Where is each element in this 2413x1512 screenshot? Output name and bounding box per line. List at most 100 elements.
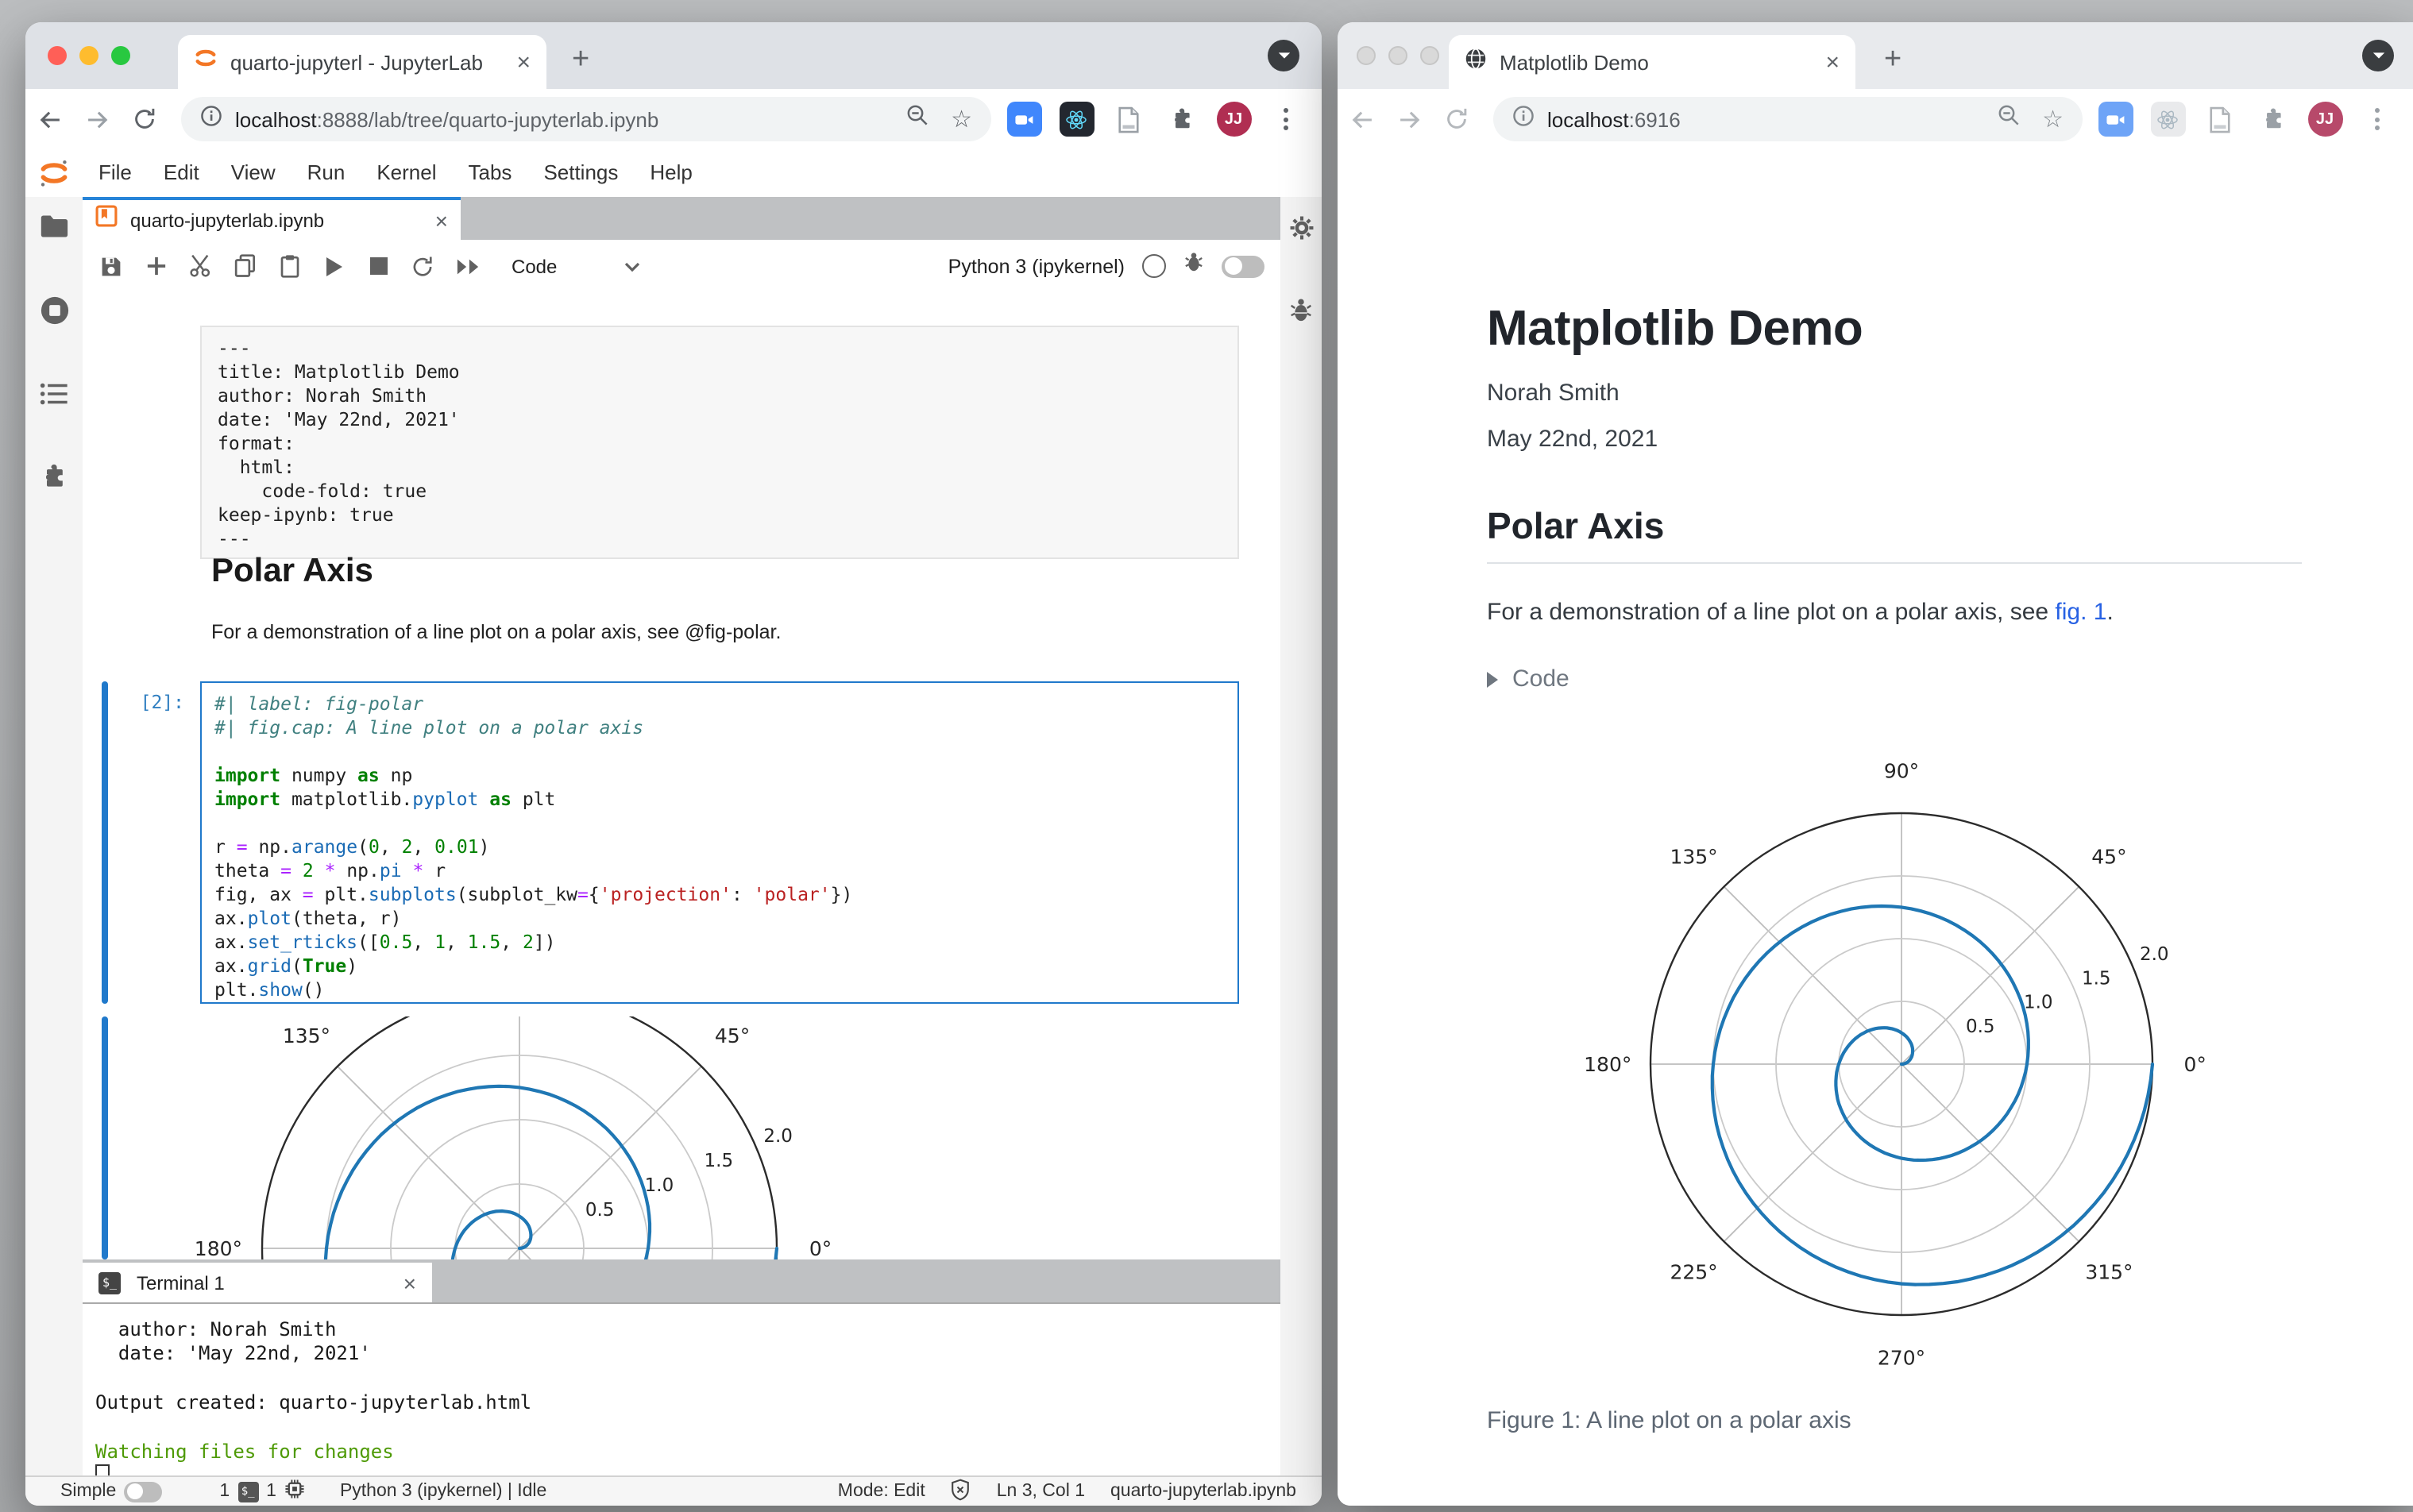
minimize-window-button[interactable] (79, 46, 98, 65)
menu-run[interactable]: Run (291, 160, 361, 184)
file-browser-icon[interactable] (40, 214, 68, 246)
notebook-tab[interactable]: quarto-jupyterlab.ipynb × (83, 197, 461, 240)
kernel-status-text[interactable]: Python 3 (ipykernel) | Idle (340, 1482, 546, 1501)
add-cell-button[interactable] (133, 256, 178, 276)
table-of-contents-icon[interactable] (40, 383, 68, 413)
browser-menu-icon[interactable] (1260, 108, 1312, 130)
debugger-bug-icon[interactable] (1288, 297, 1314, 332)
close-window-button[interactable] (48, 46, 67, 65)
code-cell[interactable]: #| label: fig-polar #| fig.cap: A line pl… (200, 681, 1239, 1004)
svg-text:0°: 0° (2184, 1053, 2206, 1076)
terminal-line: Watching files for changes (95, 1441, 394, 1464)
mode-indicator[interactable]: Mode: Edit (838, 1482, 925, 1501)
tab-search-button[interactable] (1268, 40, 1299, 71)
zoom-window-button[interactable] (1420, 46, 1439, 65)
toolbar-toggle[interactable] (1222, 255, 1264, 277)
svg-text:1.5: 1.5 (2082, 968, 2111, 989)
back-button[interactable] (1338, 106, 1385, 133)
menu-view[interactable]: View (215, 160, 291, 184)
debugger-toggle-bug-icon[interactable] (1183, 251, 1204, 281)
terminal-body[interactable]: author: Norah Smith date: 'May 22nd, 202… (83, 1302, 1280, 1489)
cell-type-chevron-icon[interactable] (624, 252, 639, 280)
reload-button[interactable] (121, 106, 168, 132)
cut-cells-button[interactable] (178, 254, 222, 278)
save-button[interactable] (89, 255, 133, 277)
new-tab-button[interactable]: + (1884, 44, 1901, 75)
menu-tabs[interactable]: Tabs (453, 160, 528, 184)
terminal-count-icon[interactable]: $_ (237, 1481, 259, 1502)
markdown-paragraph[interactable]: For a demonstration of a line plot on a … (211, 621, 781, 643)
extension-manager-icon[interactable] (40, 462, 68, 499)
extensions-puzzle-icon[interactable] (1155, 106, 1207, 132)
property-inspector-gear-icon[interactable] (1288, 214, 1315, 249)
back-button[interactable] (25, 106, 73, 133)
raw-cell-yaml[interactable]: --- title: Matplotlib Demo author: Norah S… (200, 326, 1239, 559)
kernel-chip-icon[interactable] (284, 1479, 305, 1504)
zoom-out-page-icon[interactable] (1996, 103, 2020, 135)
forward-button[interactable] (1385, 106, 1433, 133)
menu-kernel[interactable]: Kernel (361, 160, 452, 184)
svg-text:90°: 90° (1884, 759, 1919, 782)
profile-avatar[interactable]: JJ (1207, 102, 1260, 137)
kernel-name[interactable]: Python 3 (ipykernel) (948, 255, 1125, 277)
cell-collapser[interactable] (102, 681, 108, 1004)
react-devtools-icon[interactable] (1050, 102, 1102, 137)
tab-search-button[interactable] (2362, 40, 2394, 71)
profile-avatar[interactable]: JJ (2299, 102, 2351, 137)
menu-file[interactable]: File (83, 160, 148, 184)
cursor-position[interactable]: Ln 3, Col 1 (997, 1482, 1085, 1501)
tab-close-icon[interactable]: × (516, 50, 531, 74)
document-extension-icon[interactable] (2194, 106, 2246, 133)
new-tab-button[interactable]: + (572, 44, 589, 75)
close-window-button[interactable] (1357, 46, 1376, 65)
forward-button[interactable] (73, 106, 121, 133)
text-line: --- (218, 337, 251, 359)
browser-tab-matplotlib-demo[interactable]: Matplotlib Demo × (1449, 35, 1855, 89)
site-info-icon[interactable] (200, 104, 222, 134)
left-url-row: localhost:8888/lab/tree/quarto-jupyterla… (25, 89, 1322, 151)
running-kernels-icon[interactable] (39, 295, 69, 334)
react-devtools-icon[interactable] (2141, 102, 2194, 137)
bookmark-star-icon[interactable]: ☆ (2042, 105, 2064, 133)
terminal-tab-close-icon[interactable]: × (403, 1271, 416, 1294)
svg-text:1.0: 1.0 (645, 1175, 674, 1196)
restart-run-all-button[interactable] (445, 256, 489, 276)
address-bar[interactable]: localhost:6916 ☆ (1493, 97, 2083, 141)
code-line: theta = 2 * np.pi * r (214, 859, 446, 881)
copy-cells-button[interactable] (222, 254, 267, 278)
browser-menu-icon[interactable] (2351, 108, 2403, 130)
right-sidebar-bar (1279, 197, 1322, 1477)
code-fold-toggle[interactable]: Code (1487, 665, 1569, 692)
menu-help[interactable]: Help (634, 160, 708, 184)
notebook-tab-close-icon[interactable]: × (435, 209, 448, 231)
trust-shield-icon[interactable] (951, 1478, 971, 1505)
menu-settings[interactable]: Settings (527, 160, 634, 184)
zoom-app-icon[interactable] (2089, 102, 2141, 137)
zoom-window-button[interactable] (111, 46, 130, 65)
figure-link[interactable]: fig. 1 (2055, 599, 2106, 626)
minimize-window-button[interactable] (1388, 46, 1407, 65)
reload-button[interactable] (1433, 106, 1481, 132)
tab-close-icon[interactable]: × (1825, 50, 1840, 74)
extensions-puzzle-icon[interactable] (2246, 106, 2299, 132)
zoom-out-page-icon[interactable] (905, 103, 929, 135)
zoom-app-icon[interactable] (998, 102, 1050, 137)
document-extension-icon[interactable] (1102, 106, 1155, 133)
bookmark-star-icon[interactable]: ☆ (951, 105, 972, 133)
markdown-heading[interactable]: Polar Axis (211, 553, 373, 591)
run-cell-button[interactable] (311, 255, 356, 277)
notebook-content[interactable]: --- title: Matplotlib Demo author: Norah S… (83, 292, 1280, 1259)
output-collapser[interactable] (102, 1016, 108, 1259)
jupyter-logo-icon (25, 157, 83, 189)
restart-kernel-button[interactable] (400, 255, 445, 277)
terminal-panel: $_ Terminal 1 × author: Norah Smith date… (83, 1259, 1280, 1489)
simple-mode-toggle[interactable] (124, 1481, 163, 1502)
paste-cells-button[interactable] (267, 254, 311, 278)
address-bar[interactable]: localhost:8888/lab/tree/quarto-jupyterla… (181, 97, 991, 141)
cell-type-select[interactable]: Code (512, 255, 557, 277)
interrupt-kernel-button[interactable] (356, 257, 400, 275)
menu-edit[interactable]: Edit (148, 160, 215, 184)
browser-tab-jupyterlab[interactable]: quarto-jupyterl - JupyterLab × (178, 35, 546, 89)
site-info-icon[interactable] (1512, 104, 1535, 134)
terminal-tab[interactable]: $_ Terminal 1 × (83, 1263, 432, 1302)
